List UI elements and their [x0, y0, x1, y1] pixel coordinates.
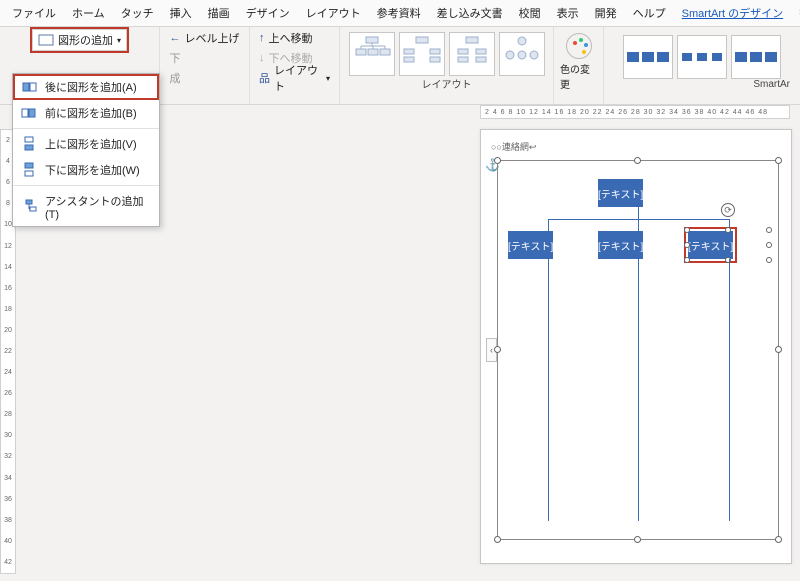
menu-format[interactable]: 書式 — [791, 2, 800, 24]
add-assistant[interactable]: アシスタントの追加(T) — [13, 188, 159, 226]
shape-before-icon — [21, 105, 37, 121]
style-thumb-2[interactable] — [677, 35, 727, 79]
menu-layout[interactable]: レイアウト — [298, 2, 369, 24]
layout-group-label: レイアウト — [422, 76, 472, 91]
layout-icon: 品 — [259, 70, 270, 86]
ribbon: 図形の追加 ▾ ← レベル上げ 下 成 — [0, 27, 800, 105]
style-thumb-3[interactable] — [731, 35, 781, 79]
shape-below-icon — [21, 162, 37, 178]
add-shape-button[interactable]: 図形の追加 ▾ — [32, 29, 127, 51]
document-page: ○○連絡網↩ ⚓ ‹ [テキスト] [テキスト] — [480, 129, 792, 564]
palette-icon — [566, 33, 592, 59]
smartart-styles-gallery[interactable] — [623, 29, 781, 79]
shape-above-icon — [21, 136, 37, 152]
page-title: ○○連絡網↩ — [491, 140, 536, 153]
menu-design[interactable]: デザイン — [238, 2, 298, 24]
arrow-up-icon: ↑ — [259, 32, 265, 44]
chart-node-root[interactable]: [テキスト] — [598, 179, 643, 207]
menu-home[interactable]: ホーム — [64, 2, 113, 24]
add-shape-dropdown: 後に図形を追加(A) 前に図形を追加(B) 上に図形を追加(V) 下に図形を追加… — [12, 73, 160, 227]
chart-node-2c-selected[interactable]: [テキスト] — [688, 231, 733, 259]
menu-mailings[interactable]: 差し込み文書 — [429, 2, 511, 24]
menu-file[interactable]: ファイル — [4, 2, 64, 24]
chevron-down-icon: ▾ — [326, 74, 330, 83]
assistant-icon — [21, 199, 37, 215]
horizontal-ruler: 2 4 6 8 10 12 14 16 18 20 22 24 26 28 30… — [480, 105, 790, 119]
add-shape-below[interactable]: 下に図形を追加(W) — [13, 157, 159, 183]
layout-menu-button[interactable]: 品 レイアウト ▾ — [256, 69, 333, 87]
layout-thumb-2[interactable] — [399, 32, 445, 76]
level-up-button[interactable]: ← レベル上げ — [167, 29, 243, 47]
layout-thumb-1[interactable] — [349, 32, 395, 76]
chevron-down-icon: ▾ — [117, 36, 121, 45]
menu-help[interactable]: ヘルプ — [625, 2, 674, 24]
add-shape-label: 図形の追加 — [58, 32, 113, 48]
layout-gallery[interactable] — [349, 29, 545, 76]
smartart-frame[interactable]: ‹ [テキスト] [テキスト] [テキスト] [テキスト] — [497, 160, 779, 540]
smartart-group-label: SmartAr — [753, 79, 794, 90]
menu-insert[interactable]: 挿入 — [162, 2, 200, 24]
add-shape-before[interactable]: 前に図形を追加(B) — [13, 100, 159, 126]
arrow-down-icon: ↓ — [259, 52, 265, 64]
arrow-left-icon: ← — [170, 32, 181, 44]
menu-draw[interactable]: 描画 — [200, 2, 238, 24]
layout-thumb-4[interactable] — [499, 32, 545, 76]
menu-references[interactable]: 参考資料 — [369, 2, 429, 24]
menu-developer[interactable]: 開発 — [587, 2, 625, 24]
style-thumb-1[interactable] — [623, 35, 673, 79]
chart-node-2b[interactable]: [テキスト] — [598, 231, 643, 259]
org-chart: [テキスト] [テキスト] [テキスト] [テキスト] ⟳ — [498, 161, 778, 539]
menu-smartart-design[interactable]: SmartArt のデザイン — [674, 2, 791, 24]
move-up-button[interactable]: ↑ 上へ移動 — [256, 29, 333, 47]
layout-frame-cut: 成 — [167, 69, 243, 87]
layout-thumb-3[interactable] — [449, 32, 495, 76]
menu-touch[interactable]: タッチ — [113, 2, 162, 24]
add-shape-above[interactable]: 上に図形を追加(V) — [13, 131, 159, 157]
add-shape-icon — [38, 32, 54, 48]
menu-view[interactable]: 表示 — [549, 2, 587, 24]
shape-after-icon — [21, 79, 37, 95]
menu-review[interactable]: 校閲 — [511, 2, 549, 24]
add-shape-after[interactable]: 後に図形を追加(A) — [13, 74, 159, 100]
rotate-handle[interactable]: ⟳ — [721, 203, 735, 217]
level-down-cut: 下 — [167, 49, 243, 67]
chart-node-2a[interactable]: [テキスト] — [508, 231, 553, 259]
color-change-button[interactable]: 色の変更 — [560, 29, 597, 91]
menu-bar: ファイル ホーム タッチ 挿入 描画 デザイン レイアウト 参考資料 差し込み文… — [0, 0, 800, 27]
